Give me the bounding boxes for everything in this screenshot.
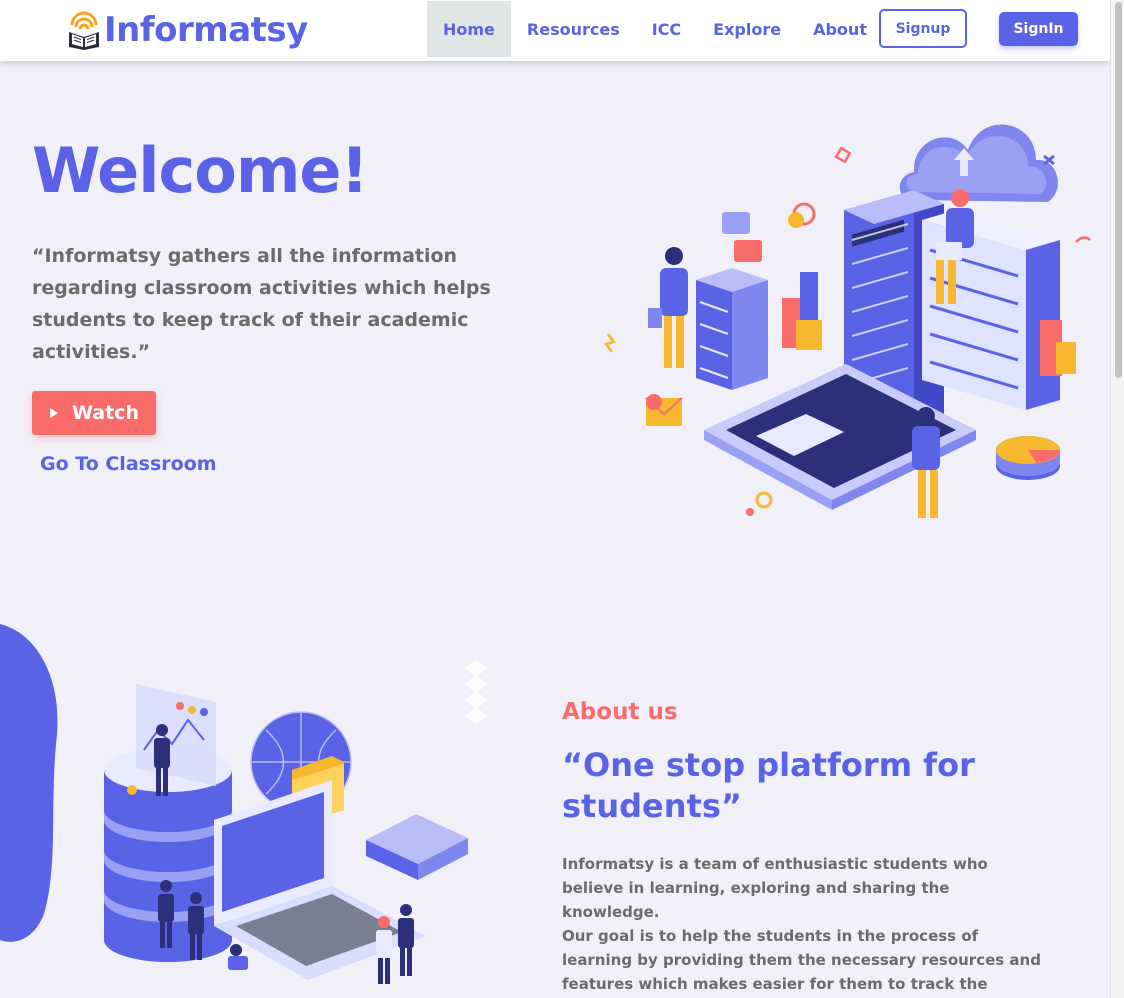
scrollbar-thumb[interactable] bbox=[1115, 2, 1122, 378]
nav-explore[interactable]: Explore bbox=[697, 1, 797, 57]
logo[interactable]: Informatsy bbox=[66, 6, 308, 54]
cloud-icon bbox=[899, 124, 1058, 202]
signin-button[interactable]: SignIn bbox=[999, 12, 1078, 46]
data-platform-illustration bbox=[104, 660, 488, 984]
nav-about[interactable]: About bbox=[797, 1, 883, 57]
navbar: Informatsy Home Resources ICC Explore Ab… bbox=[0, 0, 1110, 61]
signup-button[interactable]: Signup bbox=[879, 9, 967, 48]
go-to-classroom-link[interactable]: Go To Classroom bbox=[40, 453, 217, 475]
nav-home[interactable]: Home bbox=[427, 1, 511, 57]
main-nav: Home Resources ICC Explore About bbox=[427, 1, 883, 57]
about-text-2: Our goal is to help the students in the … bbox=[562, 927, 1041, 993]
watch-button[interactable]: Watch bbox=[32, 391, 156, 435]
nav-icc[interactable]: ICC bbox=[636, 1, 697, 57]
about-description: Informatsy is a team of enthusiastic stu… bbox=[562, 852, 1052, 998]
hero-quote: “Informatsy gathers all the information … bbox=[32, 245, 491, 363]
hero-title: Welcome! bbox=[32, 134, 369, 207]
chip-icon bbox=[366, 814, 468, 880]
small-server bbox=[696, 268, 768, 390]
about-text-1: Informatsy is a team of enthusiastic stu… bbox=[562, 855, 988, 921]
laptop-icon bbox=[214, 780, 426, 980]
watch-label: Watch bbox=[72, 402, 139, 424]
decorative-blob bbox=[0, 624, 58, 942]
brand-name: Informatsy bbox=[104, 10, 308, 50]
pie-chart-icon bbox=[996, 436, 1060, 480]
page: Informatsy Home Resources ICC Explore Ab… bbox=[0, 0, 1110, 998]
about-label: About us bbox=[562, 699, 678, 725]
play-icon bbox=[50, 408, 58, 418]
vertical-scrollbar[interactable] bbox=[1110, 0, 1124, 998]
cloud-server-illustration bbox=[603, 124, 1091, 518]
book-wifi-icon bbox=[69, 11, 99, 50]
decorative-chevrons bbox=[464, 660, 488, 724]
nav-resources[interactable]: Resources bbox=[511, 1, 636, 57]
about-title: “One stop platform for students” bbox=[562, 746, 975, 825]
